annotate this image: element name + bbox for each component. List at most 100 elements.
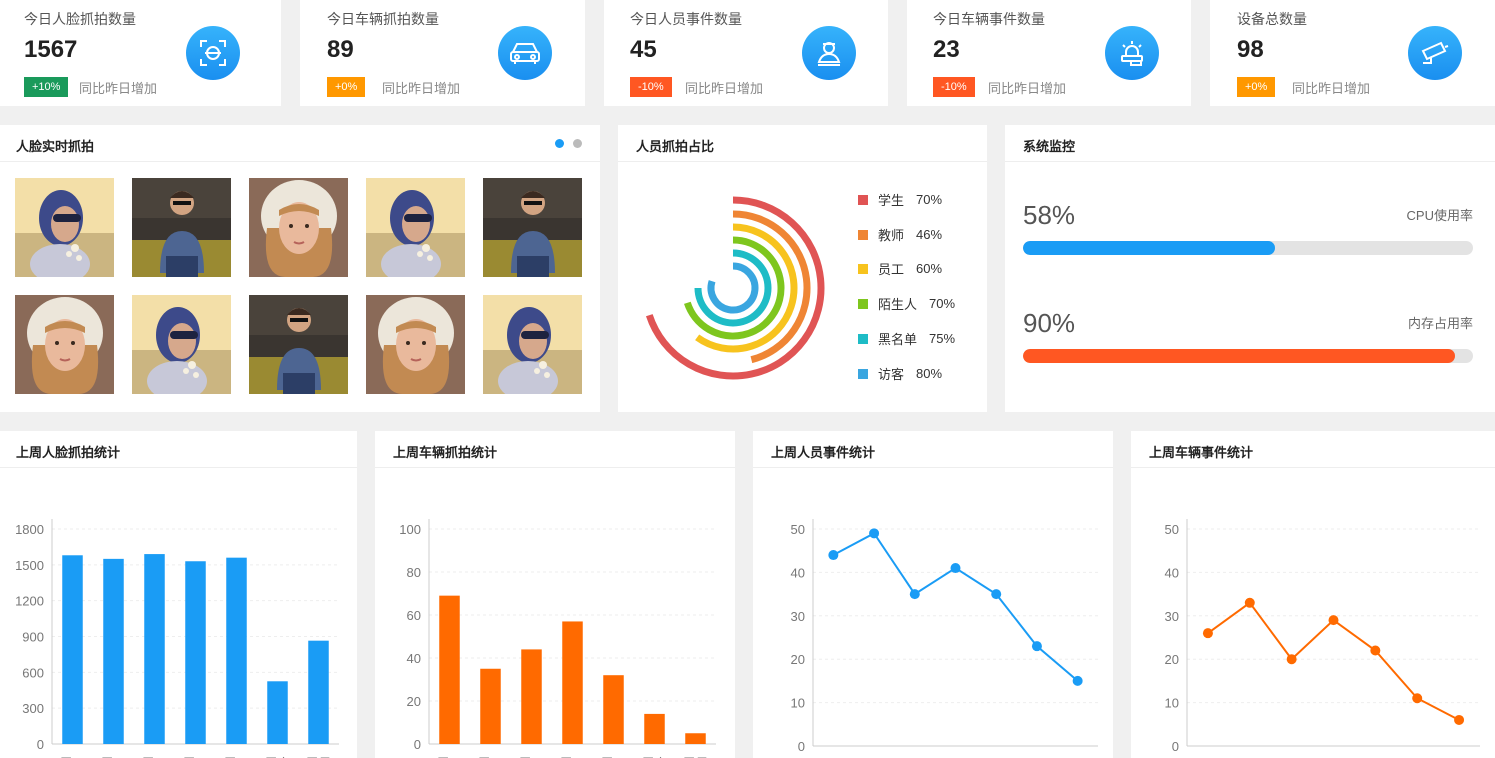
bar xyxy=(603,675,624,744)
y-tick-label: 0 xyxy=(37,737,44,752)
bar xyxy=(521,649,542,744)
stat-label: 今日车辆抓拍数量 xyxy=(327,11,439,27)
bar xyxy=(644,713,665,744)
data-point xyxy=(1072,675,1083,686)
panel-header: 人员抓拍占比 xyxy=(618,125,987,162)
legend-swatch xyxy=(858,368,868,379)
legend-item[interactable]: 陌生人 70% xyxy=(858,294,955,313)
cpu-usage-value: 58% xyxy=(1023,200,1076,230)
data-point xyxy=(1286,654,1297,665)
car-icon xyxy=(498,26,552,80)
data-point xyxy=(1031,641,1042,652)
stat-value: 1567 xyxy=(24,36,78,63)
stat-value: 98 xyxy=(1237,36,1264,63)
person-alert-icon xyxy=(802,26,856,80)
y-tick-label: 20 xyxy=(1165,652,1179,667)
legend-item[interactable]: 黑名单 75% xyxy=(858,329,955,348)
legend-item[interactable]: 访客 80% xyxy=(858,364,942,383)
stat-badge: -10% xyxy=(933,77,975,97)
stat-compare: 同比昨日增加 xyxy=(382,81,461,96)
data-point xyxy=(991,589,1002,600)
stat-card-vehicle: 今日车辆抓拍数量 89 +0% 同比昨日增加 xyxy=(300,0,585,106)
y-tick-label: 0 xyxy=(414,737,421,752)
data-point xyxy=(1202,628,1213,639)
legend-item[interactable]: 员工 60% xyxy=(858,259,942,278)
stat-badge: +0% xyxy=(327,77,366,97)
legend-swatch xyxy=(858,333,868,344)
panel-header: 上周人员事件统计 xyxy=(753,431,1113,468)
bar xyxy=(480,668,501,744)
memory-progress-fill xyxy=(1023,349,1455,363)
y-tick-label: 40 xyxy=(791,565,805,580)
panel-title: 上周人员事件统计 xyxy=(771,445,876,460)
face-photo-girl[interactable] xyxy=(15,295,114,394)
legend-pct: 80% xyxy=(916,366,943,381)
panel-title: 人脸实时抓拍 xyxy=(16,139,95,154)
y-tick-label: 0 xyxy=(798,739,805,754)
stat-value: 45 xyxy=(630,36,657,63)
bar xyxy=(439,595,460,744)
face-photo-woman[interactable] xyxy=(366,178,465,277)
face-photo-woman[interactable] xyxy=(132,295,231,394)
carousel-dot[interactable] xyxy=(573,139,582,148)
legend-swatch xyxy=(858,263,868,274)
face-photo-girl[interactable] xyxy=(249,178,348,277)
vehicle-weekly-chart-panel: 上周车辆抓拍统计 020406080100周一周二周三周四周五周六周日 xyxy=(375,431,735,758)
legend-name: 教师 xyxy=(878,228,905,243)
panel-title: 系统监控 xyxy=(1023,139,1076,154)
legend-swatch xyxy=(858,229,868,240)
face-photo-girl[interactable] xyxy=(366,295,465,394)
y-tick-label: 100 xyxy=(399,522,421,537)
panel-title: 人员抓拍占比 xyxy=(636,139,715,154)
y-tick-label: 10 xyxy=(1165,696,1179,711)
panel-header: 上周人脸抓拍统计 xyxy=(0,431,357,468)
bar xyxy=(562,621,583,744)
camera-icon xyxy=(1408,26,1462,80)
data-point xyxy=(869,528,880,539)
y-tick-label: 20 xyxy=(791,652,805,667)
legend-name: 访客 xyxy=(878,367,905,382)
face-weekly-chart-panel: 上周人脸抓拍统计 0300600900120015001800周一周二周三周四周… xyxy=(0,431,357,758)
y-tick-label: 60 xyxy=(407,608,421,623)
legend-swatch xyxy=(858,194,868,205)
face-photo-man[interactable] xyxy=(132,178,231,277)
data-point xyxy=(1244,597,1255,608)
face-photo-woman[interactable] xyxy=(15,178,114,277)
stat-badge: +0% xyxy=(1237,77,1276,97)
face-photo-man[interactable] xyxy=(483,178,582,277)
face-scan-icon xyxy=(186,26,240,80)
stat-label: 今日人员事件数量 xyxy=(630,11,742,27)
face-photo-woman[interactable] xyxy=(483,295,582,394)
stat-card-devices: 设备总数量 98 +0% 同比昨日增加 xyxy=(1210,0,1495,106)
stat-label: 今日车辆事件数量 xyxy=(933,11,1045,27)
panel-title: 上周人脸抓拍统计 xyxy=(16,445,121,460)
data-point xyxy=(1412,693,1423,704)
vehicle-event-weekly-chart-panel: 上周车辆事件统计 01020304050周一周二周三周四周五周六周日 xyxy=(1131,431,1495,758)
y-tick-label: 50 xyxy=(1165,522,1179,537)
stat-card-vehicle-event: 今日车辆事件数量 23 -10% 同比昨日增加 xyxy=(907,0,1191,106)
legend-item[interactable]: 教师 46% xyxy=(858,225,942,244)
carousel-dot-active[interactable] xyxy=(555,139,564,148)
bar xyxy=(267,681,288,744)
face-photo-man[interactable] xyxy=(249,295,348,394)
y-tick-label: 900 xyxy=(22,630,44,645)
legend-item[interactable]: 学生 70% xyxy=(858,190,942,209)
legend-pct: 70% xyxy=(916,192,943,207)
data-point xyxy=(1370,645,1381,656)
panel-header: 系统监控 xyxy=(1005,125,1495,162)
vehicle-event-line-chart: 01020304050周一周二周三周四周五周六周日 xyxy=(1165,519,1480,754)
stat-compare: 同比昨日增加 xyxy=(1292,81,1371,96)
stat-card-face: 今日人脸抓拍数量 1567 +10% 同比昨日增加 xyxy=(0,0,281,106)
stat-compare: 同比昨日增加 xyxy=(79,81,158,96)
bar xyxy=(144,554,165,744)
data-point xyxy=(828,550,839,561)
panel-header: 人脸实时抓拍 xyxy=(0,125,600,162)
vehicle-weekly-bar-chart: 020406080100周一周二周三周四周五周六周日 xyxy=(399,519,716,758)
stat-badge: -10% xyxy=(630,77,672,97)
person-event-weekly-chart-panel: 上周人员事件统计 01020304050周一周二周三周四周五周六周日 xyxy=(753,431,1113,758)
panel-title: 上周车辆事件统计 xyxy=(1149,445,1254,460)
car-alarm-icon xyxy=(1105,26,1159,80)
y-tick-label: 20 xyxy=(407,694,421,709)
stat-value: 89 xyxy=(327,36,354,63)
memory-usage-label: 内存占用率 xyxy=(1407,316,1473,331)
